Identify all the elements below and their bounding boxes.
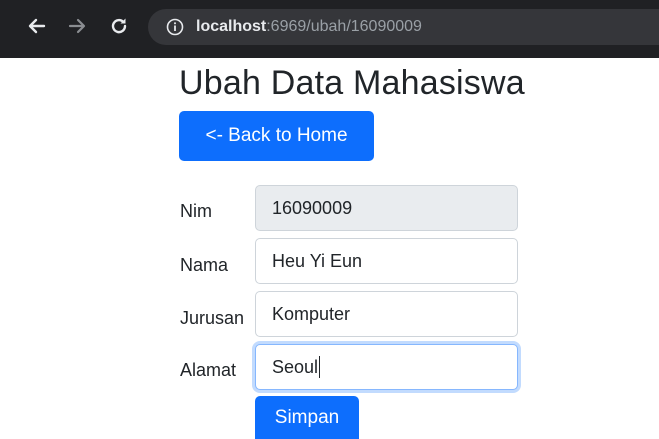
nim-label: Nim <box>180 201 212 221</box>
forward-arrow-icon <box>68 18 86 34</box>
back-nav-button[interactable] <box>24 13 50 39</box>
nim-input[interactable]: 16090009 <box>255 185 518 231</box>
alamat-value: Seoul <box>272 356 319 377</box>
back-arrow-icon <box>28 18 46 34</box>
nama-value: Heu Yi Eun <box>272 250 363 271</box>
nim-value: 16090009 <box>272 197 353 218</box>
browser-toolbar: localhost:6969/ubah/16090009 <box>0 0 659 58</box>
back-to-home-button[interactable]: <- Back to Home <box>179 111 374 161</box>
nama-input[interactable]: Heu Yi Eun <box>255 238 518 284</box>
alamat-input[interactable]: Seoul <box>255 344 518 390</box>
url-path: :6969/ubah/16090009 <box>266 18 422 35</box>
jurusan-value: Komputer <box>272 303 351 324</box>
page-title: Ubah Data Mahasiswa <box>179 64 525 102</box>
info-icon[interactable] <box>166 18 184 36</box>
url-host: localhost <box>196 18 267 35</box>
alamat-label: Alamat <box>180 360 237 380</box>
url-text: localhost:6969/ubah/16090009 <box>196 18 422 36</box>
jurusan-input[interactable]: Komputer <box>255 291 518 337</box>
jurusan-label: Jurusan <box>180 308 245 328</box>
simpan-button[interactable]: Simpan <box>255 396 359 439</box>
nama-label: Nama <box>180 255 229 275</box>
text-caret <box>319 356 321 378</box>
reload-button[interactable] <box>106 13 132 39</box>
forward-nav-button[interactable] <box>64 13 90 39</box>
address-bar[interactable]: localhost:6969/ubah/16090009 <box>148 9 659 45</box>
reload-icon <box>111 18 127 34</box>
